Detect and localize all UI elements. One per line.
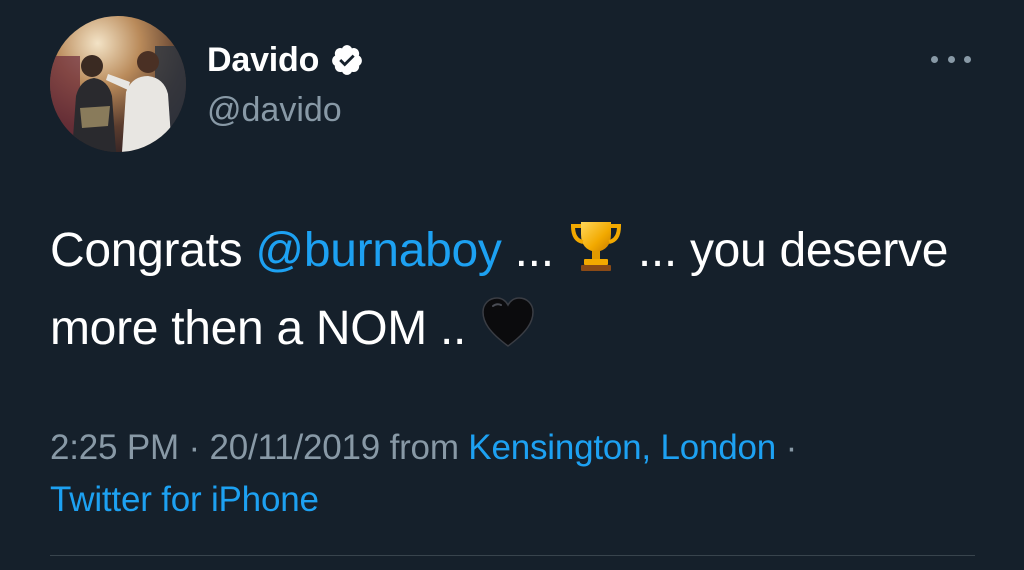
avatar[interactable] <box>50 16 186 152</box>
tweet-text-part: ... <box>501 224 567 277</box>
verified-badge-icon <box>330 43 364 77</box>
meta-separator: · <box>776 428 798 467</box>
author-name-row[interactable]: Davido <box>207 38 364 82</box>
dot <box>964 55 971 63</box>
meta-separator: · <box>178 428 210 467</box>
source-link[interactable]: Twitter for iPhone <box>50 480 319 519</box>
tweet-time[interactable]: 2:25 PM <box>50 428 179 467</box>
trophy-icon <box>567 216 625 274</box>
user-handle[interactable]: @davido <box>207 88 342 132</box>
divider <box>50 555 975 556</box>
tweet-meta: 2:25 PM · 20/11/2019 from Kensington, Lo… <box>50 422 990 526</box>
from-label: from <box>380 428 469 467</box>
more-options-icon[interactable] <box>931 48 971 70</box>
black-heart-icon <box>479 294 537 352</box>
display-name[interactable]: Davido <box>207 38 319 82</box>
mention-link[interactable]: @burnaboy <box>255 224 501 277</box>
dot <box>931 55 938 63</box>
tweet-text: Congrats @burnaboy ... ... you deserve m… <box>50 212 980 368</box>
location-link[interactable]: Kensington, London <box>468 428 776 467</box>
tweet-card: Davido @davido Congrats @burnaboy ... ..… <box>0 0 1024 570</box>
tweet-date[interactable]: 20/11/2019 <box>209 428 380 467</box>
tweet-text-part: Congrats <box>50 224 256 277</box>
avatar-photo <box>50 16 186 152</box>
dot <box>947 55 955 63</box>
